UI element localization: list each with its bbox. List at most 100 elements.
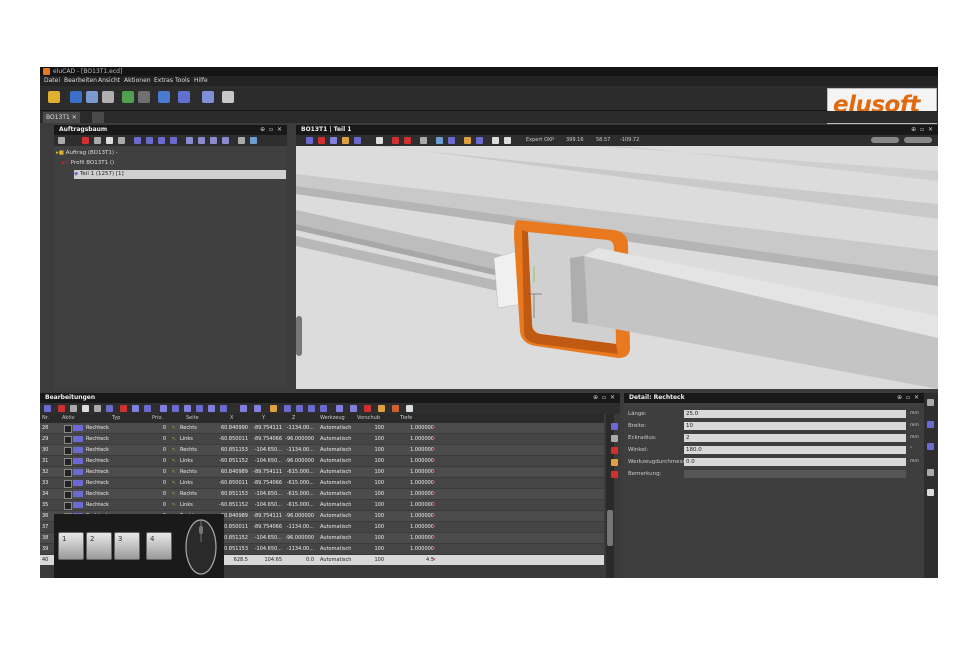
settings-icon[interactable] — [238, 137, 245, 144]
col-werkzeug[interactable]: Werkzeug — [320, 414, 345, 423]
active-checkbox[interactable] — [64, 425, 72, 433]
edit-document-icon[interactable] — [86, 91, 98, 103]
move-down-icon[interactable] — [320, 405, 327, 412]
delete-icon[interactable] — [58, 405, 65, 412]
tree-tool-icon[interactable] — [58, 137, 65, 144]
mirror-icon[interactable] — [132, 405, 139, 412]
delete-icon[interactable]: ✕ — [432, 423, 436, 433]
list-icon[interactable] — [44, 405, 51, 412]
mark-icon[interactable] — [208, 405, 215, 412]
settings-icon[interactable] — [336, 405, 343, 412]
menu-extras[interactable]: Extras — [154, 77, 173, 84]
redo-icon[interactable] — [138, 91, 150, 103]
table-row[interactable]: ↖ 31 Rechteck 0 Links -60.851152 -104.650... -9… — [40, 456, 604, 466]
print-icon[interactable] — [102, 91, 114, 103]
new-tab-button[interactable] — [92, 112, 104, 123]
transfer-icon[interactable] — [202, 91, 214, 103]
reset-icon[interactable] — [254, 405, 261, 412]
col-y[interactable]: Y — [262, 414, 265, 423]
dock-tool-icon[interactable] — [927, 443, 934, 450]
section-icon[interactable] — [392, 137, 399, 144]
delete-icon[interactable]: ✕ — [432, 555, 436, 565]
col-x[interactable]: X — [230, 414, 233, 423]
zoom-icon[interactable] — [354, 137, 361, 144]
panel-controls[interactable]: ⊕ ▫ ✕ — [897, 393, 920, 403]
side-tool-icon[interactable] — [611, 447, 618, 454]
delete-icon[interactable]: ✕ — [432, 511, 436, 521]
3d-viewport[interactable] — [296, 146, 938, 389]
panel-controls[interactable]: ⊕ ▫ ✕ — [260, 125, 283, 135]
undo-icon[interactable] — [122, 91, 134, 103]
edit-icon[interactable] — [184, 405, 191, 412]
col-typ[interactable]: Typ — [112, 414, 120, 423]
table-row[interactable]: ↖ 29 Rechteck 0 Links -60.850011 -89.754066 -96… — [40, 434, 604, 444]
copy-icon[interactable] — [70, 405, 77, 412]
measure-icon[interactable] — [342, 137, 349, 144]
group-icon[interactable] — [210, 137, 217, 144]
table-row[interactable]: ↖ 30 Rechteck 0 Rechts 60.851153 -104.650... -1… — [40, 445, 604, 455]
shade-icon[interactable] — [492, 137, 499, 144]
color-icon[interactable] — [392, 405, 399, 412]
sort-icon[interactable] — [158, 137, 165, 144]
group-icon[interactable] — [172, 405, 179, 412]
open-folder-icon[interactable] — [48, 91, 60, 103]
panel-controls[interactable]: ⊕ ▫ ✕ — [911, 125, 934, 135]
filter-icon[interactable] — [170, 137, 177, 144]
delete-icon[interactable]: ✕ — [432, 456, 436, 466]
dock-tool-icon[interactable] — [927, 489, 934, 496]
cut-icon[interactable] — [318, 137, 325, 144]
options-icon[interactable] — [350, 405, 357, 412]
active-checkbox[interactable] — [64, 469, 72, 477]
table-row[interactable]: ↖ 33 Rechteck 0 Links -60.850011 -89.754066 -61… — [40, 478, 604, 488]
expand-icon[interactable] — [186, 137, 193, 144]
active-checkbox[interactable] — [64, 436, 72, 444]
col-z[interactable]: Z — [292, 414, 295, 423]
col-vorschub[interactable]: Vorschub — [357, 414, 380, 423]
menu-bearbeiten[interactable]: Bearbeiten — [64, 77, 97, 84]
delete-icon[interactable]: ✕ — [432, 500, 436, 510]
active-checkbox[interactable] — [64, 502, 72, 510]
view-slider[interactable] — [904, 137, 932, 143]
col-aktiv[interactable]: Aktiv — [62, 414, 75, 423]
tree-node-teil[interactable]: ◆ Teil 1 (1257) [1] — [74, 170, 286, 179]
delete-icon[interactable]: ✕ — [432, 522, 436, 532]
marker-icon[interactable] — [404, 137, 411, 144]
add-icon[interactable] — [106, 405, 113, 412]
table-row[interactable]: ↖ 35 Rechteck 0 Links -60.851152 -104.650... -6… — [40, 500, 604, 510]
print-icon[interactable] — [118, 137, 125, 144]
menu-aktionen[interactable]: Aktionen — [124, 77, 151, 84]
field-bemerkung-input[interactable] — [684, 470, 906, 478]
rotate-icon[interactable] — [436, 137, 443, 144]
delete-icon[interactable]: ✕ — [432, 445, 436, 455]
view-icon[interactable] — [306, 137, 313, 144]
field-laenge-input[interactable]: 25.0 — [684, 410, 906, 418]
grid-icon[interactable] — [220, 405, 227, 412]
transform-icon[interactable] — [196, 405, 203, 412]
field-winkel-input[interactable]: 180.0 — [684, 446, 906, 454]
sort-asc-icon[interactable] — [284, 405, 291, 412]
move-down-icon[interactable] — [146, 137, 153, 144]
filter-icon[interactable] — [270, 405, 277, 412]
render-icon[interactable] — [504, 137, 511, 144]
close-icon[interactable]: ✕ — [72, 114, 77, 121]
menu-tools[interactable]: Tools — [175, 77, 190, 84]
col-tiefe[interactable]: Tiefe — [400, 414, 412, 423]
move-icon[interactable] — [420, 137, 427, 144]
dock-pin-icon[interactable] — [927, 399, 934, 406]
select-icon[interactable] — [330, 137, 337, 144]
active-checkbox[interactable] — [64, 480, 72, 488]
field-eckradius-input[interactable]: 2 — [684, 434, 906, 442]
col-nr[interactable]: Nr. — [42, 414, 49, 423]
pan-icon[interactable] — [448, 137, 455, 144]
delete-icon[interactable]: ✕ — [432, 434, 436, 444]
delete-icon[interactable]: ✕ — [432, 544, 436, 554]
fit-icon[interactable] — [376, 137, 383, 144]
dock-tool-icon[interactable] — [927, 469, 934, 476]
print-icon[interactable] — [94, 405, 101, 412]
machine-icon[interactable] — [158, 91, 170, 103]
menu-ansicht[interactable]: Ansicht — [98, 77, 120, 84]
field-breite-input[interactable]: 10 — [684, 422, 906, 430]
viewport-side-handle[interactable] — [296, 316, 302, 356]
rotate-icon[interactable] — [144, 405, 151, 412]
field-werkzeugdurchmesser-input[interactable]: 0.0 — [684, 458, 906, 466]
